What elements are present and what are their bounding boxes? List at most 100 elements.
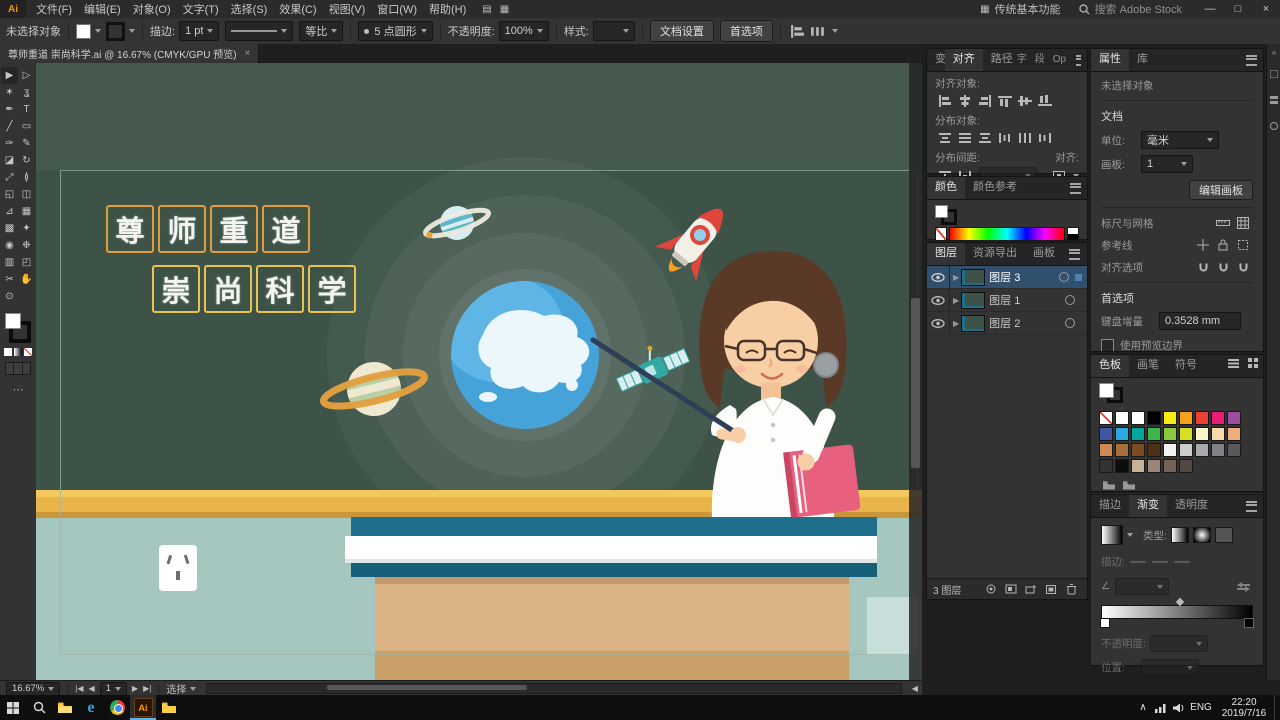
swatch[interactable] <box>1179 427 1193 441</box>
color-group-folder-icon[interactable] <box>1099 476 1119 492</box>
swatch[interactable] <box>1115 427 1129 441</box>
swatch[interactable] <box>1179 411 1193 425</box>
tray-language[interactable]: ENG <box>1188 702 1214 713</box>
taskbar-search-icon[interactable] <box>26 695 52 720</box>
scale-tool[interactable]: ⤢ <box>1 169 18 186</box>
gradient-position-field[interactable] <box>1140 659 1199 676</box>
zoom-tool[interactable]: ⊙ <box>1 288 18 305</box>
gradient-button[interactable] <box>14 348 22 356</box>
swatch[interactable] <box>1195 427 1209 441</box>
distribute-left-icon[interactable] <box>995 130 1015 146</box>
swatch[interactable] <box>1163 411 1177 425</box>
swatch[interactable] <box>1227 411 1241 425</box>
tray-clock[interactable]: 22:20 2019/7/16 <box>1214 697 1274 719</box>
stock-search-label[interactable]: 搜索 Adobe Stock <box>1095 1 1182 17</box>
stroke-color-control[interactable] <box>106 21 135 41</box>
swatch[interactable] <box>1099 427 1113 441</box>
tab-stroke[interactable]: 描边 <box>1091 495 1129 517</box>
swatch[interactable] <box>1131 427 1145 441</box>
tab-pathfinder[interactable]: 路径查找器 <box>983 49 1013 71</box>
expand-arrow-icon[interactable]: ▶ <box>953 296 959 305</box>
align-right-icon[interactable] <box>975 93 995 109</box>
tab-swatches[interactable]: 色板 <box>1091 355 1129 377</box>
snap-point-magnet-icon[interactable] <box>1233 259 1253 275</box>
type-tool[interactable]: T <box>18 101 35 118</box>
menu-effect[interactable]: 效果(C) <box>279 1 316 17</box>
chalk-title-line1[interactable]: 尊 师 重 道 <box>106 205 314 253</box>
color-fill-stroke-proxy[interactable] <box>935 205 957 225</box>
restore-button[interactable]: □ <box>1224 3 1252 15</box>
layer-name[interactable]: 图层 2 <box>989 315 1020 331</box>
gradient-stop-black[interactable] <box>1244 618 1254 628</box>
grid-icon[interactable] <box>1233 215 1253 231</box>
tab-paragraph[interactable]: 段 <box>1031 49 1049 71</box>
fill-proxy[interactable] <box>5 313 21 329</box>
more-options-caret[interactable] <box>831 29 838 33</box>
tab-libraries[interactable]: 库 <box>1129 49 1156 71</box>
swatch[interactable] <box>1147 443 1161 457</box>
tab-character[interactable]: 字 <box>1013 49 1031 71</box>
swatch[interactable] <box>1131 459 1145 473</box>
style-select[interactable] <box>592 21 635 41</box>
scroll-left-icon[interactable]: ◀ <box>912 684 918 693</box>
artboard-nav-field[interactable]: 1 <box>99 681 127 696</box>
opacity-field[interactable]: 100% <box>498 21 549 41</box>
panel-menu-icon[interactable] <box>1069 248 1080 260</box>
stroke-across-icon[interactable] <box>1172 555 1191 568</box>
tab-brushes[interactable]: 画笔 <box>1129 355 1167 377</box>
eraser-tool[interactable]: ◪ <box>1 152 18 169</box>
gradient-slider[interactable] <box>1100 597 1254 628</box>
artboard-tool[interactable]: ◰ <box>18 254 35 271</box>
horizontal-scroll-thumb[interactable] <box>327 685 528 690</box>
align-shortcut-icon[interactable] <box>788 23 808 39</box>
align-hcenter-icon[interactable] <box>955 93 975 109</box>
preferences-button[interactable]: 首选项 <box>719 20 773 42</box>
collapse-dock-icon[interactable]: « <box>1267 44 1280 57</box>
tab-symbols[interactable]: 符号 <box>1167 355 1205 377</box>
canvas[interactable]: 尊 师 重 道 崇 尚 科 学 <box>36 63 922 680</box>
menu-type[interactable]: 文字(T) <box>183 1 219 17</box>
gradient-angle-field[interactable] <box>1114 578 1169 595</box>
align-left-icon[interactable] <box>935 93 955 109</box>
column-graph-tool[interactable]: ▥ <box>1 254 18 271</box>
folder-window-icon[interactable] <box>156 695 182 720</box>
blend-tool[interactable]: ◉ <box>1 237 18 254</box>
expand-arrow-icon[interactable]: ▶ <box>953 273 959 282</box>
illustrator-taskbar-icon[interactable]: Ai <box>130 695 156 720</box>
menu-help[interactable]: 帮助(H) <box>429 1 466 17</box>
clipping-mask-icon[interactable] <box>1001 581 1021 597</box>
tab-layers[interactable]: 图层 <box>927 243 965 265</box>
radial-gradient-icon[interactable] <box>1192 527 1211 543</box>
none-button[interactable] <box>24 348 32 356</box>
swatch[interactable] <box>1147 411 1161 425</box>
menu-select[interactable]: 选择(S) <box>231 1 268 17</box>
key-increment-field[interactable]: 0.3528 mm <box>1159 312 1241 330</box>
next-artboard-icon[interactable]: ▶ <box>132 684 138 693</box>
menu-edit[interactable]: 编辑(E) <box>84 1 121 17</box>
checkbox-preview-bounds[interactable] <box>1101 339 1114 351</box>
fill-stroke-proxy[interactable] <box>5 313 31 343</box>
workspace-layout-icon[interactable]: ▦ <box>500 4 509 15</box>
tray-network-icon[interactable] <box>1152 695 1170 720</box>
swatch[interactable] <box>1195 411 1209 425</box>
desk[interactable] <box>345 517 877 680</box>
start-button[interactable] <box>0 695 26 720</box>
new-sublayer-icon[interactable] <box>1021 581 1041 597</box>
brush-definition-select[interactable]: 5 点圆形 <box>358 21 433 41</box>
swatch[interactable] <box>1131 411 1145 425</box>
visibility-eye-icon[interactable] <box>927 266 950 288</box>
menu-file[interactable]: 文件(F) <box>36 1 72 17</box>
drawing-modes[interactable] <box>5 362 31 375</box>
hidden-panel-icon[interactable] <box>1267 91 1280 109</box>
show-desktop-button[interactable] <box>1274 695 1280 720</box>
shape-builder-tool[interactable]: ◫ <box>18 186 35 203</box>
reverse-gradient-icon[interactable] <box>1233 579 1253 595</box>
rotate-tool[interactable]: ↻ <box>18 152 35 169</box>
tab-color[interactable]: 颜色 <box>927 177 965 199</box>
artwork[interactable] <box>36 63 922 680</box>
swatch[interactable] <box>1211 443 1225 457</box>
grid-view-icon[interactable] <box>1243 355 1263 371</box>
units-select[interactable]: 毫米 <box>1141 131 1219 149</box>
tab-gradient[interactable]: 渐变 <box>1129 495 1167 517</box>
make-guides-icon[interactable] <box>1233 237 1253 253</box>
